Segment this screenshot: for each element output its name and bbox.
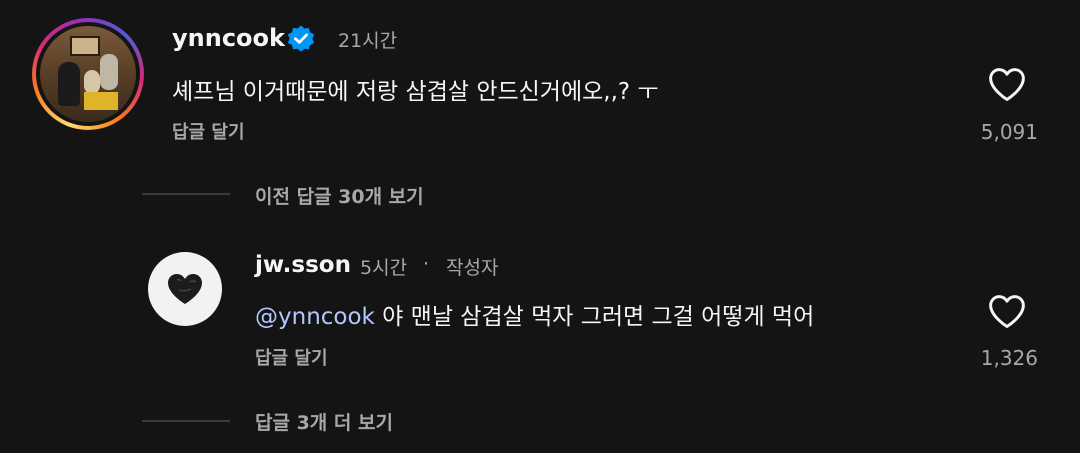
- author-badge: 작성자: [446, 257, 499, 279]
- view-more-replies-button[interactable]: 답글 3개 더 보기: [255, 408, 393, 435]
- like-count: 5,091: [980, 120, 1038, 144]
- comment-body: 야 맨날 삼겹살 먹자 그러면 그걸 어떻게 먹어: [374, 304, 815, 330]
- photo-frame: [70, 36, 100, 56]
- avatar-gap: [36, 22, 140, 126]
- photo-box: [84, 92, 118, 110]
- comment-username[interactable]: ynncook: [172, 24, 285, 52]
- photo-dog: [100, 54, 118, 90]
- comment-time: 21시간: [338, 30, 398, 52]
- avatar-photo: [40, 26, 136, 122]
- avatar-ynncook[interactable]: [32, 18, 144, 130]
- replies-divider: [142, 420, 230, 422]
- reply-button[interactable]: 답글 달기: [255, 344, 328, 370]
- heart-outline-icon[interactable]: [987, 293, 1027, 329]
- photo-dog: [84, 70, 100, 94]
- photo-person: [58, 62, 80, 106]
- black-heart-avatar-icon: [168, 274, 202, 304]
- like-count: 1,326: [980, 346, 1038, 370]
- comment-text: @ynncook 야 맨날 삼겹살 먹자 그러면 그걸 어떻게 먹어: [255, 297, 814, 331]
- reply-button[interactable]: 답글 달기: [172, 118, 245, 144]
- comment-username[interactable]: jw.sson: [255, 252, 351, 278]
- comment-text: 셰프님 이거때문에 저랑 삼겹살 안드신거에오,,? ㅜ: [172, 79, 659, 105]
- comment-time: 5시간: [360, 257, 408, 279]
- mention-link[interactable]: @ynncook: [255, 304, 375, 330]
- replies-divider: [142, 193, 230, 195]
- avatar-jw-sson[interactable]: [148, 252, 222, 326]
- heart-outline-icon[interactable]: [987, 66, 1027, 102]
- meta-separator: ·: [423, 253, 430, 275]
- verified-badge-icon: [287, 25, 315, 52]
- view-previous-replies-button[interactable]: 이전 답글 30개 보기: [255, 182, 424, 209]
